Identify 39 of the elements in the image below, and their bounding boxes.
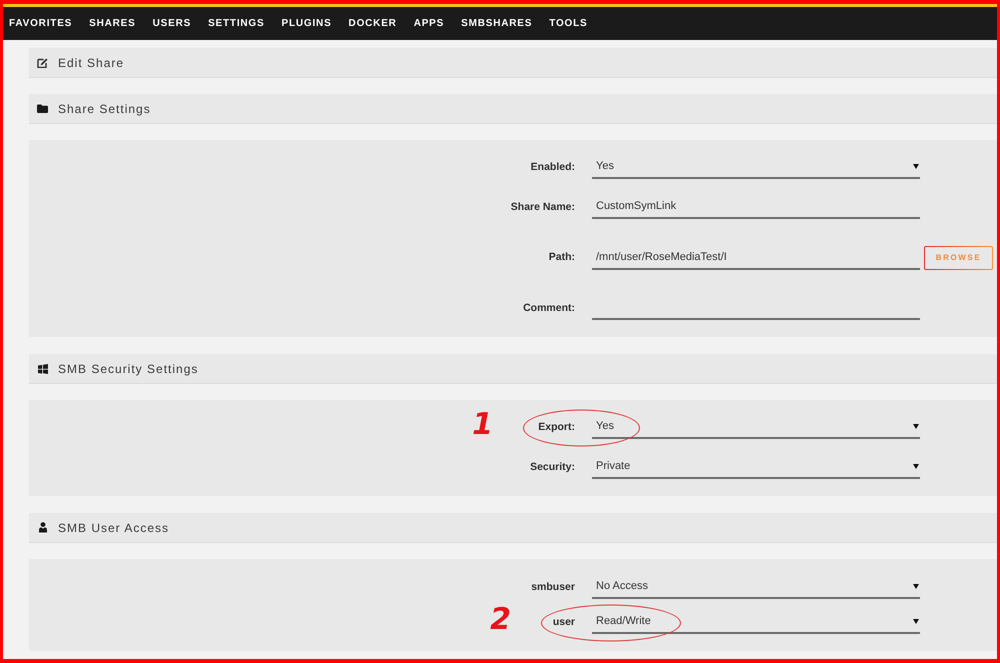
field-label: Export: — [538, 420, 575, 435]
caret-icon — [913, 164, 919, 169]
field-label: Enabled: — [530, 160, 575, 175]
nav-item[interactable]: DOCKER — [348, 18, 397, 28]
nav-item[interactable]: SMBSHARES — [461, 18, 532, 28]
text-field[interactable]: /mnt/user/RoseMediaTest/I — [592, 246, 920, 270]
caret-icon — [913, 464, 919, 469]
caret-icon — [913, 584, 919, 589]
field-label: Share Name: — [510, 200, 575, 215]
select-field[interactable]: Private — [592, 456, 920, 479]
annotation-number: 2 — [490, 604, 511, 634]
select-field[interactable]: Yes — [592, 156, 920, 179]
section-title: Edit Share — [58, 54, 124, 72]
nav-item[interactable]: SETTINGS — [208, 18, 264, 28]
field-label: Comment: — [523, 300, 575, 316]
section-title: SMB User Access — [58, 520, 170, 536]
text-field[interactable]: CustomSymLink — [592, 196, 920, 219]
nav-item[interactable]: SHARES — [89, 18, 136, 28]
folder-icon — [37, 104, 48, 113]
field-label: Security: — [530, 460, 575, 475]
nav-item[interactable]: USERS — [152, 18, 192, 28]
caret-icon — [913, 424, 919, 429]
annotation-number: 1 — [472, 410, 493, 440]
user-icon — [38, 522, 46, 533]
nav-item[interactable]: APPS — [414, 18, 444, 28]
field-label: Path: — [548, 250, 575, 266]
nav-item[interactable]: TOOLS — [549, 18, 588, 28]
windows-logo-icon — [38, 364, 48, 374]
select-field[interactable]: No Access — [592, 576, 920, 599]
caret-icon — [913, 619, 919, 624]
nav-item[interactable]: FAVORITES — [9, 18, 72, 28]
edit-icon — [37, 57, 48, 68]
section-title: SMB Security Settings — [58, 360, 198, 378]
section-title: Share Settings — [58, 100, 151, 118]
field-label: user — [552, 614, 575, 630]
select-field[interactable]: Yes — [592, 416, 920, 439]
nav-item[interactable]: PLUGINS — [281, 18, 332, 28]
select-field[interactable]: Read/Write — [592, 611, 920, 634]
field-label: smbuser — [531, 580, 575, 595]
